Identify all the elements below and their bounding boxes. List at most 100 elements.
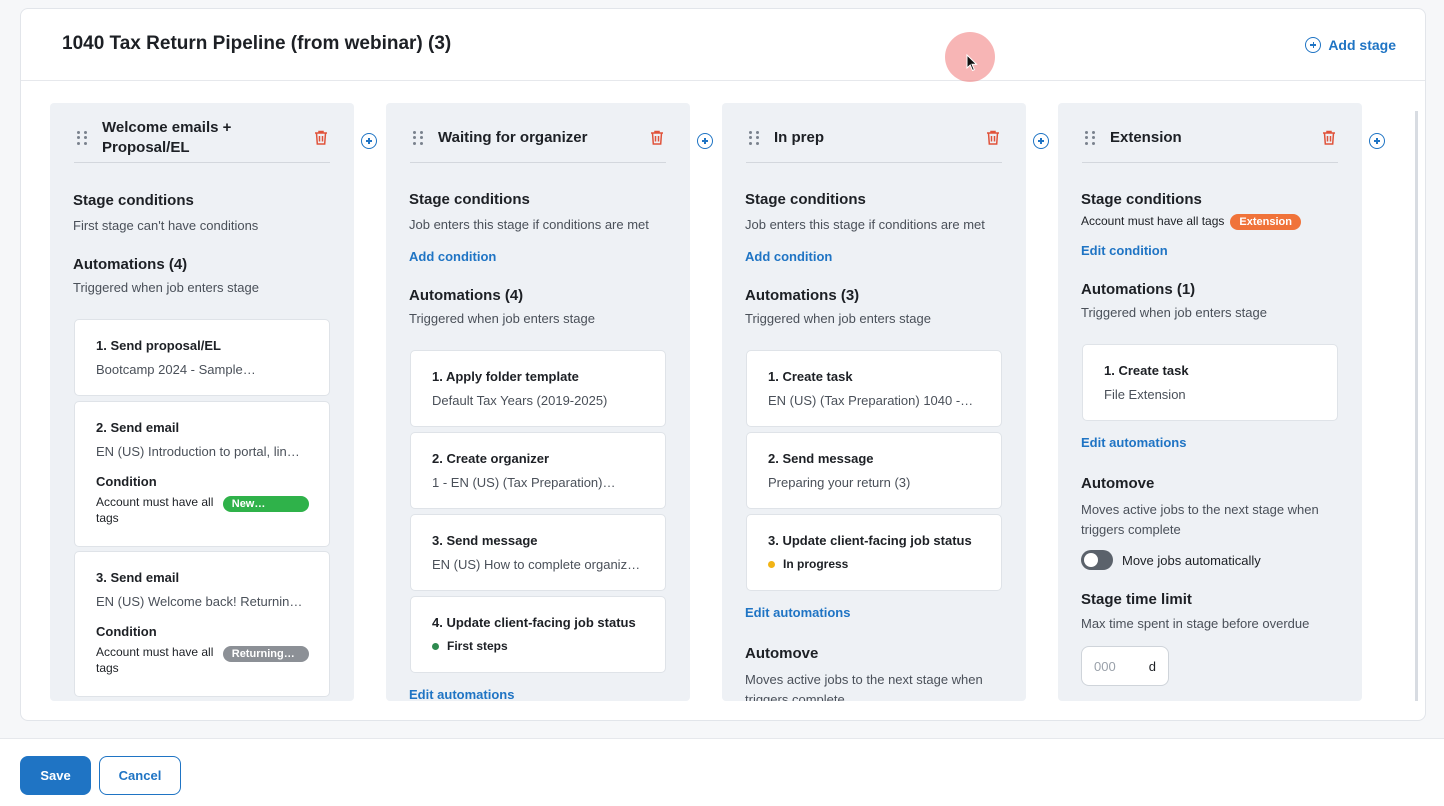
pipeline-panel: 1040 Tax Return Pipeline (from webinar) … [20, 8, 1426, 721]
automation-card[interactable]: 3. Update client-facing job status In pr… [746, 514, 1002, 591]
automation-title: 1. Apply folder template [432, 369, 579, 384]
trash-icon[interactable] [649, 129, 665, 146]
trash-icon[interactable] [313, 129, 329, 146]
automation-card[interactable]: 1. Apply folder template Default Tax Yea… [410, 350, 666, 427]
stage-name: In prep [774, 128, 825, 146]
insert-stage-button[interactable] [1369, 133, 1385, 154]
automation-sub: File Extension [1104, 387, 1186, 402]
stage-column: Waiting for organizer Stage conditions J… [386, 103, 690, 701]
automation-sub: Default Tax Years (2019-2025) [432, 393, 608, 408]
drag-handle-icon[interactable] [413, 130, 423, 145]
toggle-label: Move jobs automatically [1122, 552, 1261, 568]
stage-conditions-sub: First stage can't have conditions [73, 218, 259, 233]
automation-card[interactable]: 2. Send email EN (US) Introduction to po… [74, 401, 330, 547]
stage-header: In prep [746, 113, 1002, 163]
automation-card[interactable]: 1. Create task EN (US) (Tax Preparation)… [746, 350, 1002, 427]
trash-icon[interactable] [1321, 129, 1337, 146]
drag-handle-icon[interactable] [749, 130, 759, 145]
stage-name: Welcome emails + Proposal/EL [102, 118, 232, 156]
automove-title: Automove [1081, 475, 1155, 492]
condition-tag-badge: Extension [1230, 214, 1301, 230]
stage-conditions-sub: Job enters this stage if conditions are … [745, 217, 985, 232]
edit-automations-link[interactable]: Edit automations [745, 605, 850, 620]
stage-conditions-title: Stage conditions [1081, 191, 1202, 208]
automations-sub: Triggered when job enters stage [409, 311, 595, 326]
automation-card[interactable]: 2. Send message Preparing your return (3… [746, 432, 1002, 509]
stage-condition-row: Account must have all tags Extension [1081, 214, 1301, 230]
edit-automations-link[interactable]: Edit automations [409, 687, 514, 701]
automation-card[interactable]: 1. Send proposal/EL Bootcamp 2024 - Samp… [74, 319, 330, 396]
add-stage-button[interactable]: Add stage [1305, 37, 1396, 53]
automation-card[interactable]: 1. Create task File Extension [1082, 344, 1338, 421]
condition-text: Account must have all tags [96, 495, 214, 525]
automations-title: Automations (4) [73, 256, 188, 273]
drag-handle-icon[interactable] [77, 130, 87, 145]
board-scrollbar[interactable] [1415, 111, 1418, 701]
automation-title: 2. Create organizer [432, 451, 550, 466]
automation-card[interactable]: 3. Send message EN (US) How to complete … [410, 514, 666, 591]
condition-label: Condition [96, 624, 157, 639]
panel-header: 1040 Tax Return Pipeline (from webinar) … [21, 9, 1425, 81]
automation-card[interactable]: 4. Update client-facing job status First… [410, 596, 666, 673]
insert-stage-button[interactable] [697, 133, 713, 154]
insert-stage-button[interactable] [361, 133, 377, 154]
condition-tag-badge: New… [222, 496, 309, 512]
time-limit-field: d [1081, 646, 1169, 686]
plus-circle-icon [1033, 133, 1049, 149]
automations-title: Automations (4) [409, 287, 524, 304]
stage-name: Extension [1110, 128, 1182, 146]
automove-sub: Moves active jobs to the next stage when… [1081, 502, 1319, 537]
plus-circle-icon [1369, 133, 1385, 149]
add-condition-link[interactable]: Add condition [745, 249, 832, 264]
automation-card[interactable]: 2. Create organizer 1 - EN (US) (Tax Pre… [410, 432, 666, 509]
automation-title: 3. Send message [432, 533, 538, 548]
mouse-cursor-icon [966, 53, 978, 77]
automation-title: 4. Update client-facing job status [432, 615, 636, 630]
stage-column: Extension Stage conditions Account must … [1058, 103, 1362, 701]
automove-toggle-row: Move jobs automatically [1081, 550, 1261, 570]
save-button[interactable]: Save [20, 756, 91, 795]
stage-name: Waiting for organizer [438, 128, 588, 146]
automation-title: 1. Create task [1104, 363, 1189, 378]
stage-conditions-sub: Job enters this stage if conditions are … [409, 217, 649, 232]
stages-board[interactable]: Welcome emails + Proposal/EL Stage condi… [50, 103, 1418, 701]
edit-condition-link[interactable]: Edit condition [1081, 243, 1168, 258]
stage-column: In prep Stage conditions Job enters this… [722, 103, 1026, 701]
condition-text: Account must have all tags [96, 645, 214, 675]
page-title: 1040 Tax Return Pipeline (from webinar) … [62, 33, 452, 54]
condition-text: Account must have all tags [1081, 214, 1225, 228]
stage-conditions-title: Stage conditions [409, 191, 530, 208]
stage-conditions-title: Stage conditions [73, 192, 194, 209]
automation-title: 2. Send message [768, 451, 874, 466]
cancel-button[interactable]: Cancel [99, 756, 181, 795]
automation-title: 3. Send email [96, 570, 180, 585]
condition-label: Condition [96, 474, 157, 489]
add-condition-link[interactable]: Add condition [409, 249, 496, 264]
automation-card[interactable]: 3. Send email EN (US) Welcome back! Retu… [74, 551, 330, 697]
automation-sub: EN (US) How to complete organize… [432, 557, 645, 572]
drag-handle-icon[interactable] [1085, 130, 1095, 145]
time-limit-sub: Max time spent in stage before overdue [1081, 616, 1310, 631]
job-status: In progress [768, 557, 981, 571]
plus-circle-icon [1305, 37, 1322, 53]
automation-title: 1. Send proposal/EL [96, 338, 221, 353]
automove-toggle[interactable] [1081, 550, 1113, 570]
automation-title: 1. Create task [768, 369, 853, 384]
status-dot-icon [768, 560, 775, 568]
trash-icon[interactable] [985, 129, 1001, 146]
automation-sub: EN (US) Introduction to portal, lin… [96, 444, 300, 459]
stage-header: Extension [1082, 113, 1338, 163]
stage-conditions-title: Stage conditions [745, 191, 866, 208]
status-dot-icon [432, 642, 439, 650]
condition-tag-badge: Returning… [222, 646, 309, 662]
insert-stage-button[interactable] [1033, 133, 1049, 154]
automations-sub: Triggered when job enters stage [73, 280, 259, 295]
plus-circle-icon [361, 133, 377, 149]
stage-header: Welcome emails + Proposal/EL [74, 113, 330, 163]
time-limit-input[interactable] [1094, 658, 1138, 674]
automations-title: Automations (1) [1081, 281, 1196, 298]
automation-sub: Bootcamp 2024 - Sample… [96, 362, 256, 377]
edit-automations-link[interactable]: Edit automations [1081, 435, 1186, 450]
footer-bar: Save Cancel [0, 738, 1444, 806]
automation-title: 2. Send email [96, 420, 180, 435]
